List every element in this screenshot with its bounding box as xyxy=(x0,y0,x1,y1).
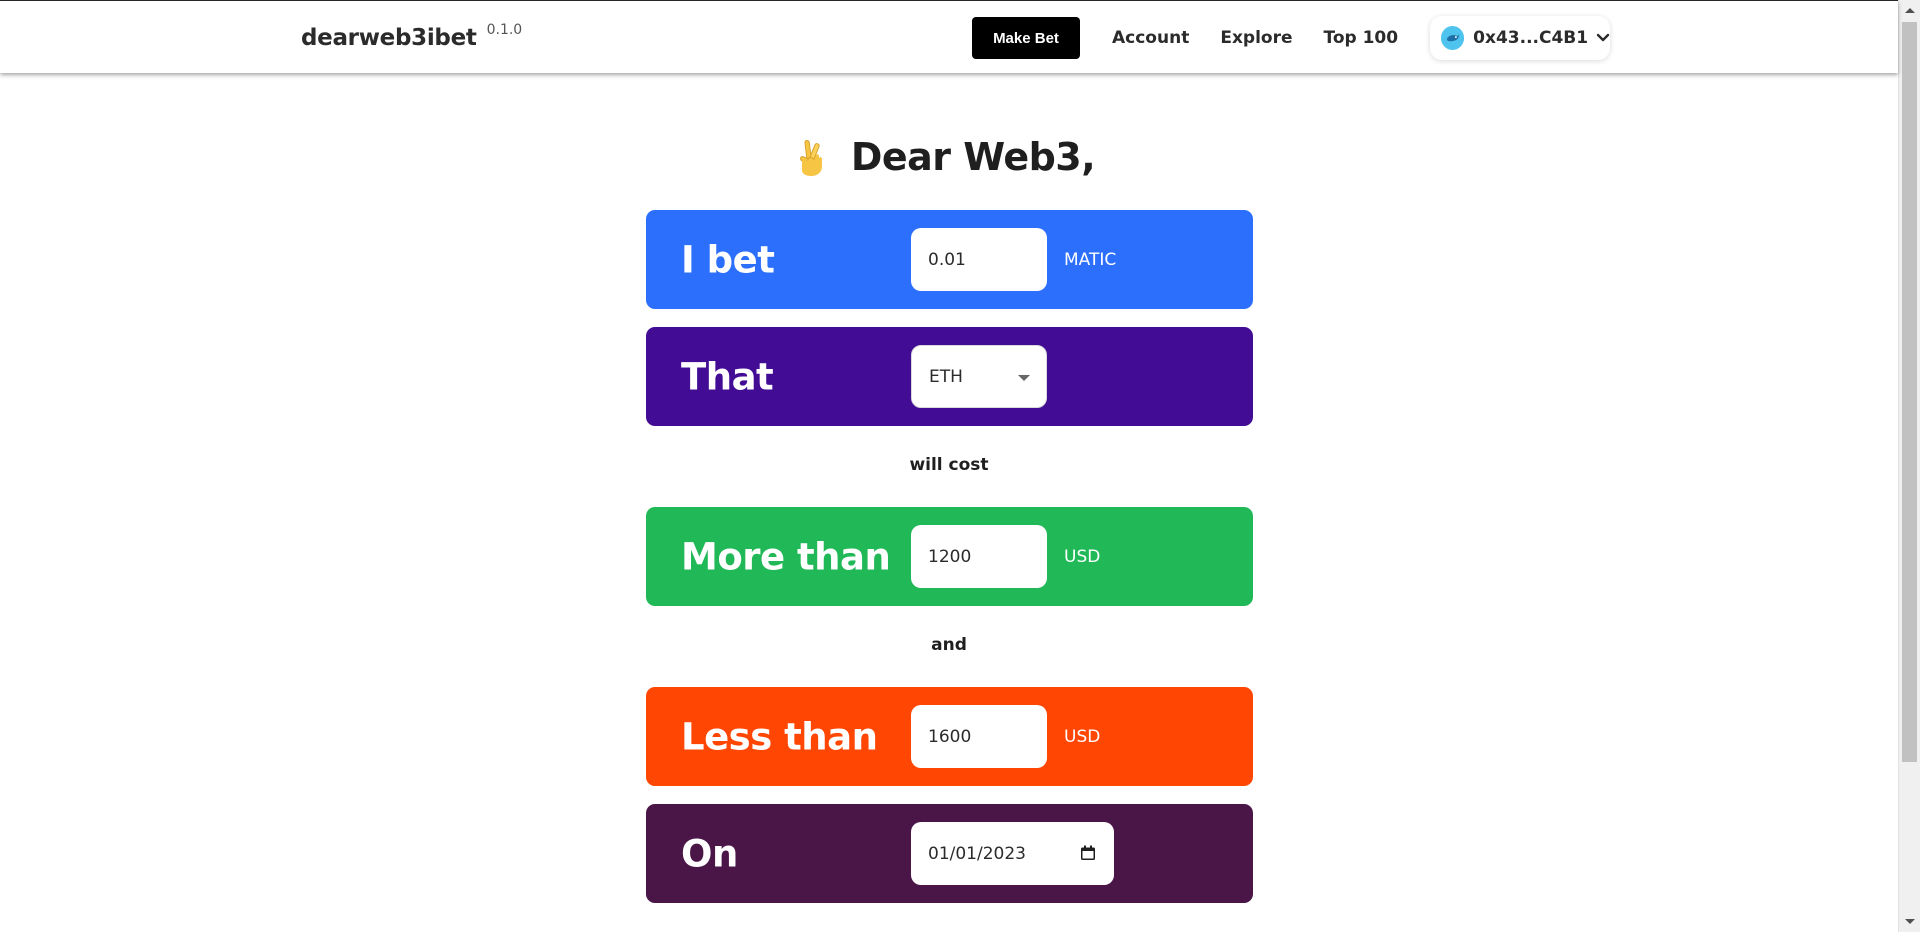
vertical-scrollbar[interactable] xyxy=(1898,0,1920,932)
page-title: Dear Web3, xyxy=(850,135,1096,179)
make-bet-button[interactable]: Make Bet xyxy=(972,17,1080,59)
wallet-account-button[interactable]: 0x43...C4B1 xyxy=(1430,16,1611,60)
asset-select[interactable]: ETH xyxy=(911,345,1047,408)
upper-bound-unit: USD xyxy=(1064,726,1101,747)
page-heading: Dear Web3, xyxy=(0,135,1898,179)
scroll-up-arrow-icon[interactable] xyxy=(1905,8,1915,13)
date-value: 01/01/2023 xyxy=(928,843,1026,864)
nav-link-explore[interactable]: Explore xyxy=(1220,28,1292,48)
date-card: On 01/01/2023 xyxy=(646,804,1253,903)
brand-name[interactable]: dearweb3ibet xyxy=(301,25,477,51)
dropdown-arrow-icon xyxy=(1018,375,1030,381)
asset-selected-value: ETH xyxy=(929,366,963,387)
app-viewport: dearweb3ibet 0.1.0 Make Bet Account Expl… xyxy=(0,0,1920,932)
bet-currency-unit: MATIC xyxy=(1064,249,1117,270)
date-label: On xyxy=(681,832,738,875)
lower-bound-unit: USD xyxy=(1064,546,1101,567)
app-version: 0.1.0 xyxy=(486,22,523,38)
brand[interactable]: dearweb3ibet 0.1.0 xyxy=(301,22,523,51)
lower-bound-input[interactable]: 1200 xyxy=(911,525,1047,588)
connector-and: and xyxy=(931,635,967,655)
upper-bound-card: Less than 1600 USD xyxy=(646,687,1253,786)
scrollbar-thumb[interactable] xyxy=(1902,22,1917,762)
nav-menu: Make Bet Account Explore Top 100 0x43...… xyxy=(972,16,1611,60)
scroll-down-arrow-icon[interactable] xyxy=(1905,919,1915,924)
crossed-fingers-icon xyxy=(793,137,829,177)
wallet-avatar-icon xyxy=(1441,26,1465,50)
bet-amount-card: I bet 0.01 MATIC xyxy=(646,210,1253,309)
upper-bound-label: Less than xyxy=(681,715,878,758)
bet-amount-input[interactable]: 0.01 xyxy=(911,228,1047,291)
top-navbar: dearweb3ibet 0.1.0 Make Bet Account Expl… xyxy=(0,1,1898,73)
calendar-icon[interactable] xyxy=(1080,845,1096,866)
upper-bound-input[interactable]: 1600 xyxy=(911,705,1047,768)
date-input[interactable]: 01/01/2023 xyxy=(911,822,1114,885)
wallet-address: 0x43...C4B1 xyxy=(1473,28,1589,48)
bet-amount-label: I bet xyxy=(681,238,775,281)
asset-card: That ETH xyxy=(646,327,1253,426)
asset-label: That xyxy=(681,355,774,398)
lower-bound-label: More than xyxy=(681,535,891,578)
nav-link-top-100[interactable]: Top 100 xyxy=(1324,28,1399,48)
lower-bound-card: More than 1200 USD xyxy=(646,507,1253,606)
nav-link-account[interactable]: Account xyxy=(1112,28,1189,48)
chevron-down-icon xyxy=(1596,33,1610,43)
connector-will-cost: will cost xyxy=(909,455,989,475)
